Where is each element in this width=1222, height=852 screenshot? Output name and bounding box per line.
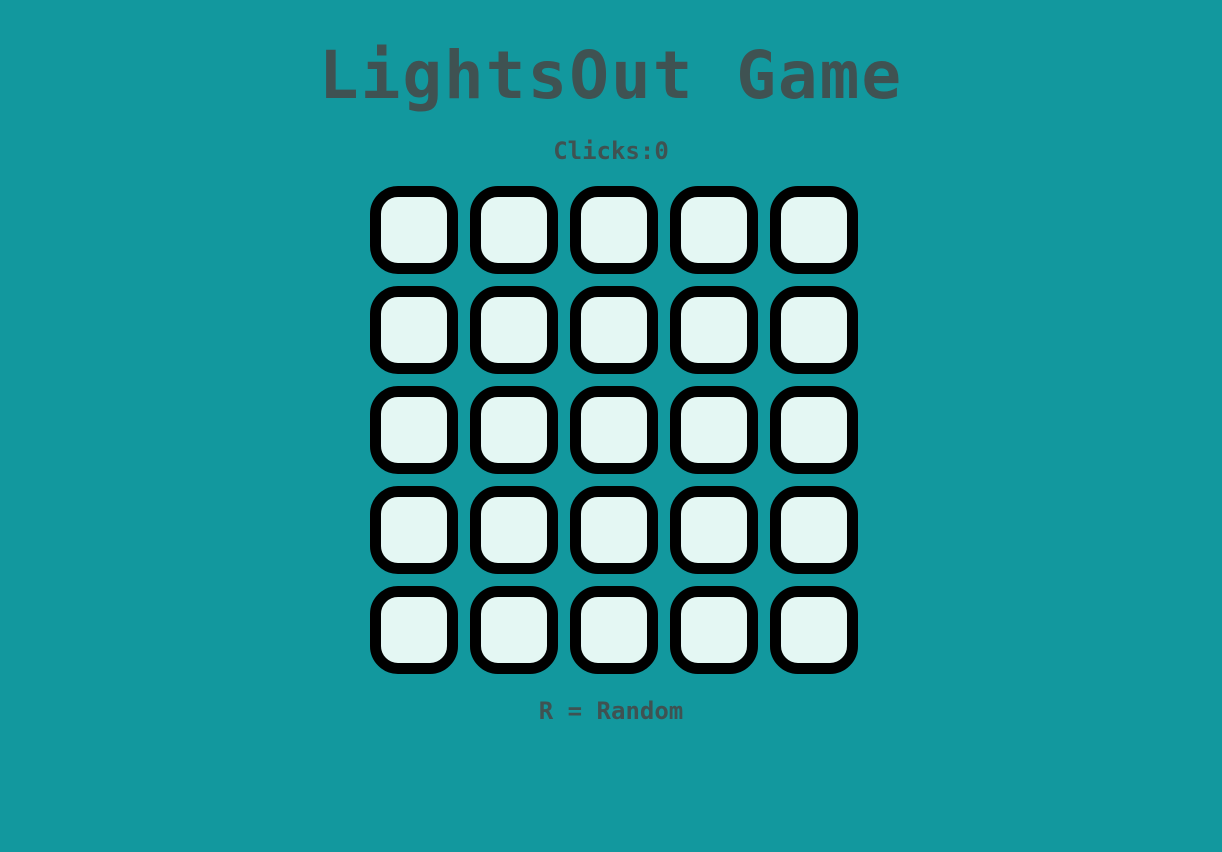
light-cell-r2-c5[interactable] <box>770 286 858 374</box>
light-cell-r5-c2[interactable] <box>470 586 558 674</box>
click-counter: Clicks:0 <box>0 137 1222 165</box>
light-cell-r3-c1[interactable] <box>370 386 458 474</box>
light-cell-r3-c3[interactable] <box>570 386 658 474</box>
light-cell-r1-c5[interactable] <box>770 186 858 274</box>
light-cell-r4-c1[interactable] <box>370 486 458 574</box>
light-cell-r3-c2[interactable] <box>470 386 558 474</box>
random-hint: R = Random <box>538 697 684 725</box>
light-cell-r4-c5[interactable] <box>770 486 858 574</box>
light-cell-r1-c3[interactable] <box>570 186 658 274</box>
light-cell-r5-c5[interactable] <box>770 586 858 674</box>
light-cell-r1-c4[interactable] <box>670 186 758 274</box>
light-cell-r3-c4[interactable] <box>670 386 758 474</box>
light-cell-r2-c3[interactable] <box>570 286 658 374</box>
light-cell-r2-c1[interactable] <box>370 286 458 374</box>
light-cell-r2-c4[interactable] <box>670 286 758 374</box>
click-counter-value: 0 <box>654 137 669 165</box>
light-cell-r2-c2[interactable] <box>470 286 558 374</box>
light-cell-r4-c2[interactable] <box>470 486 558 574</box>
light-cell-r4-c4[interactable] <box>670 486 758 574</box>
light-cell-r5-c4[interactable] <box>670 586 758 674</box>
light-cell-r4-c3[interactable] <box>570 486 658 574</box>
light-cell-r5-c3[interactable] <box>570 586 658 674</box>
lights-grid <box>370 186 858 674</box>
light-cell-r3-c5[interactable] <box>770 386 858 474</box>
game-title: LightsOut Game <box>318 37 904 114</box>
light-cell-r5-c1[interactable] <box>370 586 458 674</box>
light-cell-r1-c2[interactable] <box>470 186 558 274</box>
light-cell-r1-c1[interactable] <box>370 186 458 274</box>
click-counter-label: Clicks: <box>553 137 655 165</box>
